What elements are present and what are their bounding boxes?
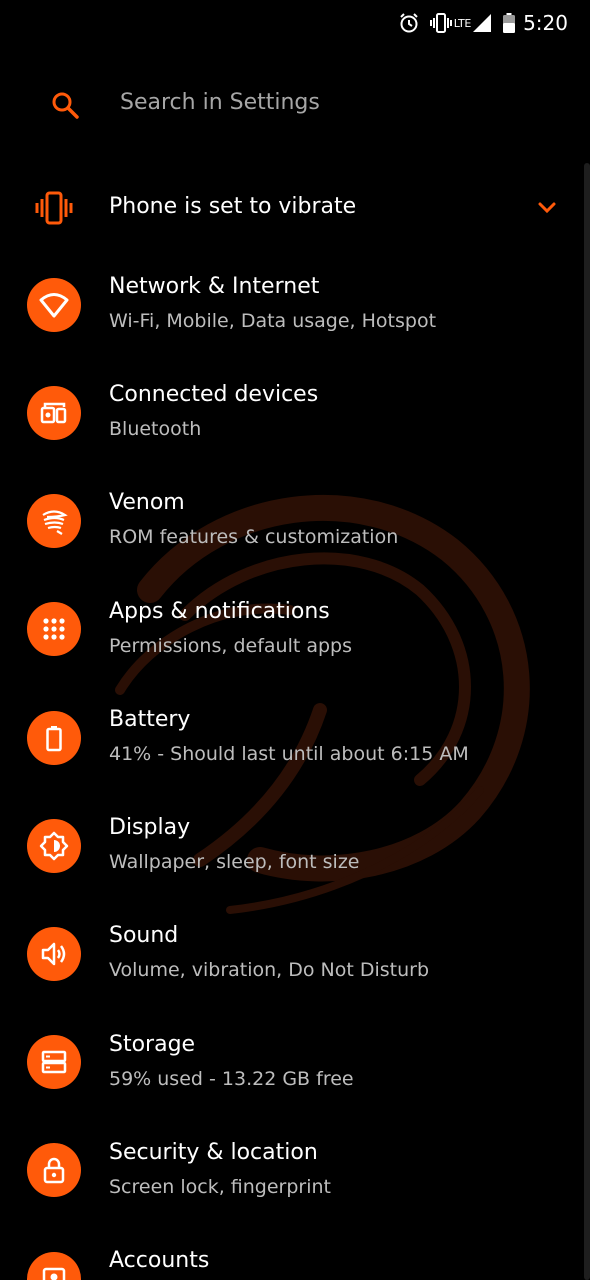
settings-item-display[interactable]: Display Wallpaper, sleep, font size [0,811,584,911]
settings-item-venom[interactable]: Venom ROM features & customization [0,486,584,586]
apps-grid-icon [27,602,81,656]
wifi-icon [27,278,81,332]
search-placeholder[interactable]: Search in Settings [120,90,320,115]
settings-item-title: Sound [109,923,179,948]
vibrate-status-icon [429,13,452,33]
settings-item-summary: Volume, vibration, Do Not Disturb [109,959,430,981]
settings-item-title: Display [109,815,191,840]
condition-label: Phone is set to vibrate [109,194,357,219]
settings-item-accounts[interactable]: Accounts [0,1244,584,1280]
settings-item-summary: ROM features & customization [109,526,399,548]
settings-item-sound[interactable]: Sound Volume, vibration, Do Not Disturb [0,919,584,1019]
settings-item-title: Storage [109,1032,196,1057]
settings-item-summary: Bluetooth [109,418,202,440]
status-icons: LTE 5:20 [398,8,568,38]
settings-item-summary: Screen lock, fingerprint [109,1176,332,1198]
account-icon [27,1252,81,1280]
settings-item-title: Accounts [109,1248,210,1273]
settings-item-title: Security & location [109,1140,318,1165]
lock-icon [27,1143,81,1197]
status-time: 5:20 [523,11,568,35]
settings-item-summary: 59% used - 13.22 GB free [109,1068,354,1090]
search-bar[interactable]: Search in Settings [0,74,590,136]
settings-item-summary: Wallpaper, sleep, font size [109,851,360,873]
settings-item-title: Battery [109,707,191,732]
signal-icon [473,14,492,32]
search-icon [50,90,80,120]
settings-item-title: Network & Internet [109,274,320,299]
brightness-icon [27,819,81,873]
volume-icon [27,927,81,981]
devices-icon [27,386,81,440]
settings-item-battery[interactable]: Battery 41% - Should last until about 6:… [0,703,584,803]
settings-item-storage[interactable]: Storage 59% used - 13.22 GB free [0,1028,584,1128]
chevron-down-icon[interactable] [536,199,558,215]
battery-status-icon [503,13,516,33]
vibrate-icon [34,190,74,226]
settings-item-title: Connected devices [109,382,319,407]
settings-item-apps[interactable]: Apps & notifications Permissions, defaul… [0,595,584,695]
alarm-icon [398,12,420,34]
network-type-label: LTE [453,16,472,30]
settings-item-connected-devices[interactable]: Connected devices Bluetooth [0,378,584,478]
status-bar: LTE 5:20 [0,0,590,46]
settings-item-summary: Wi-Fi, Mobile, Data usage, Hotspot [109,310,437,332]
settings-item-summary: 41% - Should last until about 6:15 AM [109,743,469,765]
settings-item-security[interactable]: Security & location Screen lock, fingerp… [0,1136,584,1236]
battery-icon [27,711,81,765]
venom-snake-icon [27,494,81,548]
settings-item-network[interactable]: Network & Internet Wi-Fi, Mobile, Data u… [0,270,584,370]
settings-item-summary: Permissions, default apps [109,635,353,657]
settings-item-title: Apps & notifications [109,599,330,624]
scrollbar[interactable] [584,163,590,1280]
settings-item-title: Venom [109,490,185,515]
vibrate-condition-card[interactable]: Phone is set to vibrate [0,180,590,236]
storage-icon [27,1035,81,1089]
